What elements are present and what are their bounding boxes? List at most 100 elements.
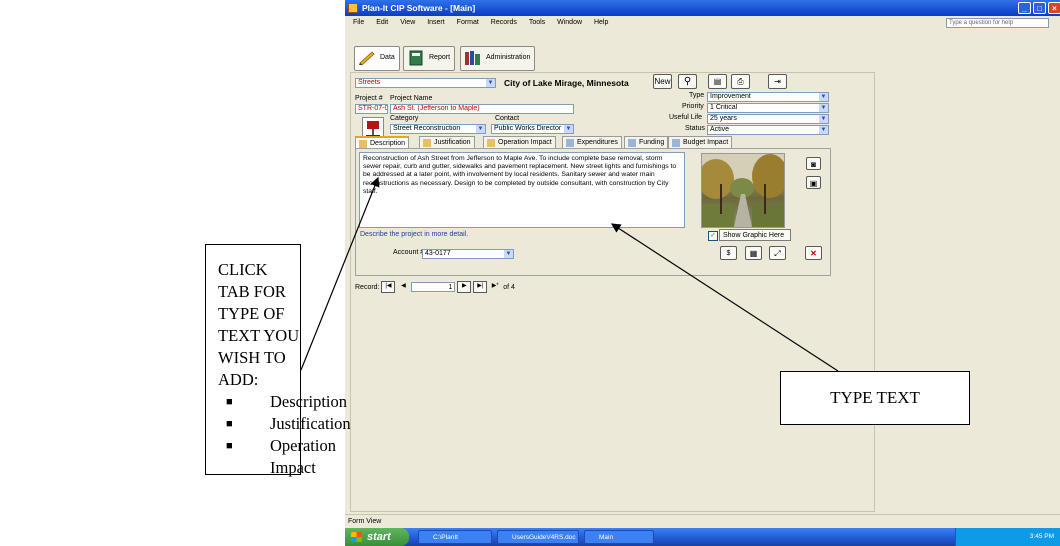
category-select[interactable]: Street Reconstruction ▼ [390, 124, 486, 134]
new-record-button[interactable]: New [653, 74, 672, 89]
menu-help[interactable]: Help [594, 16, 608, 29]
money-icon[interactable]: $ [720, 246, 737, 260]
minimize-button[interactable]: _ [1018, 2, 1031, 14]
type-text-label: TYPE TEXT [830, 388, 920, 407]
last-record-button[interactable]: ▶| [473, 281, 488, 293]
chevron-down-icon: ▼ [819, 126, 828, 134]
new-record-nav-button[interactable]: ▶* [489, 282, 501, 292]
bullet-icon: ■ [226, 396, 233, 408]
category-value: Street Reconstruction [393, 125, 461, 132]
tab-funding-label: Funding [639, 139, 665, 146]
camera-icon[interactable]: ◙ [806, 157, 821, 170]
tab-description-label: Description [370, 140, 406, 147]
books-icon [465, 51, 480, 65]
tab-administration[interactable]: Administration [460, 46, 536, 71]
road-sign-icon [366, 121, 380, 137]
window-title-bar: Plan-It CIP Software - [Main] [345, 0, 1060, 16]
account-value: 43-0177 [425, 250, 451, 257]
tab-data[interactable]: Data [354, 46, 400, 71]
status-bar: Form View [345, 514, 1060, 527]
tab-instruction-list: ■ Description ■ Justification ■ Operation I… [218, 391, 351, 479]
table-icon [566, 139, 574, 147]
category-filter-select[interactable]: Streets ▼ [355, 78, 496, 88]
binoculars-icon[interactable]: ⚲ [678, 74, 697, 89]
show-graphic-label[interactable]: Show Graphic Here [719, 229, 791, 241]
menu-edit[interactable]: Edit [376, 16, 388, 29]
record-number-input[interactable]: 1 [411, 282, 456, 292]
print-preview-icon[interactable]: ▤ [708, 74, 727, 89]
project-name-field[interactable]: Ash St. (Jefferson to Maple) [390, 104, 574, 114]
calculator-icon[interactable]: ▦ [745, 246, 762, 260]
status-label: Status [685, 125, 705, 132]
start-button[interactable]: start [345, 528, 409, 546]
status-select[interactable]: Active ▼ [707, 125, 829, 135]
expand-icon[interactable]: ⤢ [769, 246, 786, 260]
menu-file[interactable]: File [353, 16, 364, 29]
list-item: ■ Description [218, 391, 347, 413]
printer-icon[interactable]: ⎙ [731, 74, 750, 89]
list-item-text: Operation Impact [270, 436, 336, 477]
city-label: City of Lake Mirage, Minnesota [504, 78, 629, 88]
status-value: Active [710, 126, 730, 133]
account-select[interactable]: 43-0177 ▼ [422, 249, 514, 259]
taskbar-item-folder[interactable]: C:\PlanIt [418, 530, 492, 544]
app-icon [348, 3, 358, 13]
start-label: start [367, 531, 391, 543]
contact-value: Public Works Director [494, 125, 562, 132]
menu-view[interactable]: View [400, 16, 415, 29]
tab-budget-impact-label: Budget Impact [683, 139, 729, 146]
next-record-button[interactable]: ▶ [457, 281, 472, 293]
tab-report-label: Report [429, 54, 451, 61]
tab-instruction-title: CLICK TAB FOR TYPE OF TEXT YOU WISH TO A… [218, 260, 300, 389]
menu-tools[interactable]: Tools [529, 16, 545, 29]
close-button[interactable]: × [1048, 2, 1060, 14]
category-filter-value: Streets [358, 79, 381, 86]
new-button-label: New [654, 77, 671, 86]
tab-data-label: Data [380, 54, 395, 61]
description-hint: Describe the project in more detail. [360, 231, 469, 238]
priority-label: Priority [682, 103, 704, 110]
contact-select[interactable]: Public Works Director ▼ [491, 124, 574, 134]
description-page: Reconstruction of Ash Street from Jeffer… [355, 148, 831, 276]
menu-format[interactable]: Format [457, 16, 479, 29]
form-sheet: Streets ▼ City of Lake Mirage, Minnesota… [350, 72, 875, 512]
priority-select[interactable]: 1 Critical ▼ [707, 103, 829, 113]
maximize-button[interactable]: □ [1033, 2, 1046, 14]
taskbar-item-word[interactable]: UsersGuideV4RS.doc ... [497, 530, 579, 544]
tab-report[interactable]: Report [403, 46, 456, 71]
project-number-field[interactable]: STR-07-001 [355, 104, 388, 114]
useful-life-label: Useful Life [669, 114, 703, 121]
app-window: Plan-It CIP Software - [Main] _ □ × File… [345, 0, 1060, 546]
menu-window[interactable]: Window [557, 16, 582, 29]
text-icon [487, 139, 495, 147]
clipboard-icon[interactable]: ▣ [806, 176, 821, 189]
table-icon [628, 139, 636, 147]
list-item-text: Justification [270, 414, 351, 433]
account-label: Account # [393, 249, 425, 256]
useful-life-value: 25 years [710, 115, 737, 122]
delete-icon[interactable]: ✕ [805, 246, 822, 260]
menu-insert[interactable]: Insert [427, 16, 445, 29]
ask-question-input[interactable]: Type a question for help [946, 18, 1049, 28]
description-text-area[interactable]: Reconstruction of Ash Street from Jeffer… [359, 152, 685, 228]
taskbar-item-main[interactable]: Main [584, 530, 654, 544]
chevron-down-icon: ▼ [486, 79, 495, 87]
tab-instruction-callout: CLICK TAB FOR TYPE OF TEXT YOU WISH TO A… [205, 244, 351, 477]
report-icon [409, 50, 423, 66]
taskbar: start C:\PlanIt UsersGuideV4RS.doc ... M… [345, 528, 1060, 546]
window-title: Plan-It CIP Software - [Main] [362, 3, 476, 13]
exit-icon[interactable]: ⇥ [768, 74, 787, 89]
record-navigation: Record: |◀ ◀ 1 ▶ ▶| ▶* of 4 [355, 281, 825, 293]
priority-value: 1 Critical [710, 104, 738, 111]
first-record-button[interactable]: |◀ [381, 281, 396, 293]
useful-life-select[interactable]: 25 years ▼ [707, 114, 829, 124]
previous-record-button[interactable]: ◀ [397, 282, 409, 292]
chevron-down-icon: ▼ [819, 104, 828, 112]
menu-records[interactable]: Records [491, 16, 517, 29]
chevron-down-icon: ▼ [476, 125, 485, 133]
system-tray: 3:45 PM [955, 528, 1060, 546]
list-item: ■ Justification [218, 413, 351, 435]
checkbox-checked-icon[interactable]: ✓ [708, 231, 718, 241]
chevron-down-icon: ▼ [819, 93, 828, 101]
type-select[interactable]: Improvement ▼ [707, 92, 829, 102]
